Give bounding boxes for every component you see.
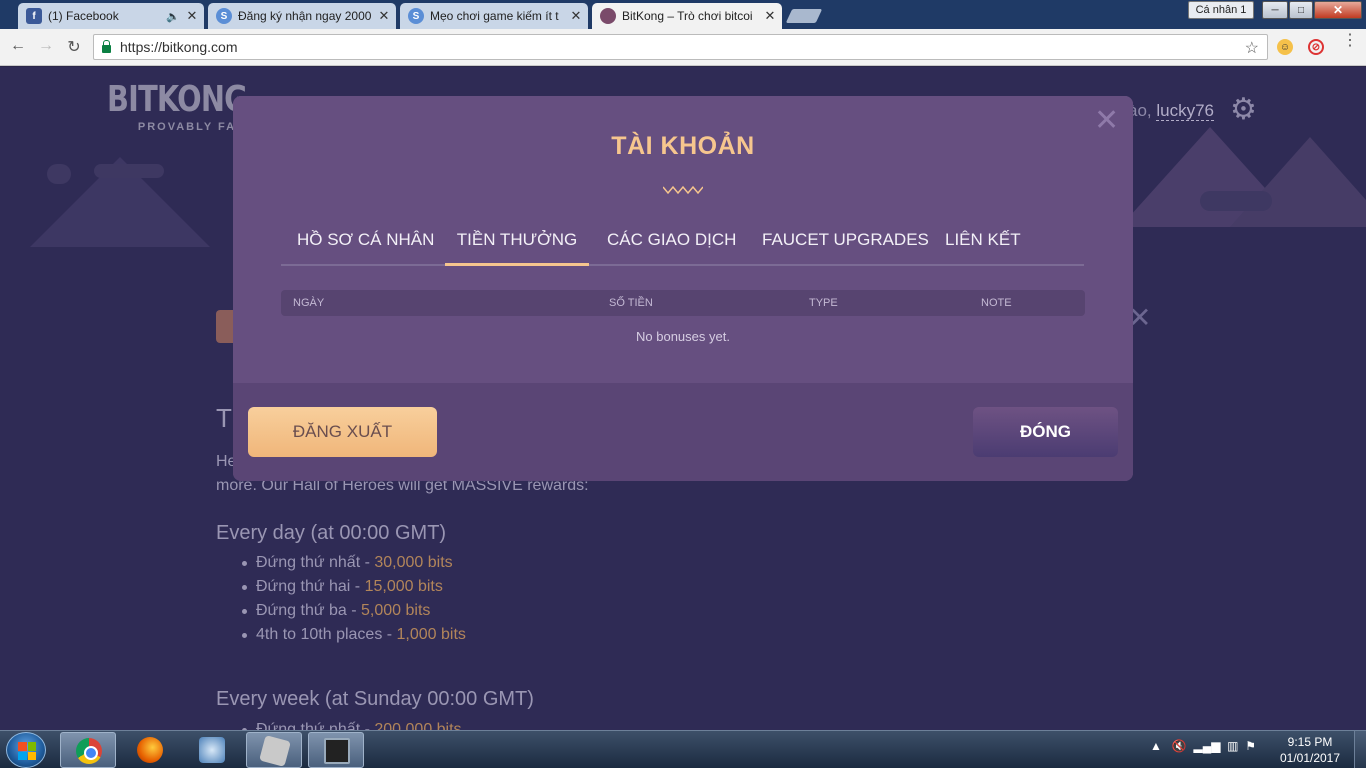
close-tab-icon[interactable]: ✕	[568, 8, 584, 24]
bonuses-table-header: NGÀY SỐ TIỀN TYPE NOTE	[281, 290, 1085, 316]
zigzag-divider-icon	[663, 185, 703, 195]
clock-time: 9:15 PM	[1287, 735, 1333, 749]
gear-icon[interactable]: ⚙	[1230, 95, 1257, 125]
site-icon: S	[408, 8, 424, 24]
list-item: Đứng thứ hai - 15,000 bits	[240, 575, 466, 599]
flag-icon[interactable]: ⚑	[1245, 739, 1256, 753]
browser-tab-strip: f (1) Facebook 🔈 ✕ S Đăng ký nhận ngay 2…	[0, 0, 1366, 29]
back-arrow-icon[interactable]: ←	[8, 37, 28, 55]
account-tabs: HỒ SƠ CÁ NHÂN TIỀN THƯỞNG CÁC GIAO DỊCH …	[281, 224, 1084, 266]
tab-bonuses[interactable]: TIỀN THƯỞNG	[445, 224, 589, 266]
network-signal-icon[interactable]: ▂▄▆	[1194, 739, 1221, 753]
browser-tab-bitkong[interactable]: BitKong – Trò chơi bitcoi ✕	[592, 3, 782, 29]
clock[interactable]: 9:15 PM 01/01/2017	[1270, 734, 1350, 766]
minimize-button[interactable]: ─	[1262, 1, 1288, 19]
cloud-decoration	[1200, 191, 1272, 211]
close-tab-icon[interactable]: ✕	[184, 8, 200, 24]
tab-title: BitKong – Trò chơi bitcoi	[622, 9, 753, 23]
device-icon[interactable]: ▥	[1227, 739, 1238, 753]
address-bar[interactable]: https://bitkong.com ☆	[93, 34, 1268, 60]
taskbar-firefox[interactable]	[122, 732, 178, 768]
list-item: Đứng thứ nhất - 200,000 bits	[240, 718, 462, 730]
weekly-rewards-list: Đứng thứ nhất - 200,000 bits	[240, 718, 462, 730]
empty-state-text: No bonuses yet.	[636, 329, 730, 344]
blocker-extension-icon[interactable]: ⊘	[1308, 39, 1324, 55]
list-item: 4th to 10th places - 1,000 bits	[240, 623, 466, 647]
windows-taskbar: ▲ 🔇 ▂▄▆ ▥ ⚑ 9:15 PM 01/01/2017	[0, 730, 1366, 768]
account-modal: ✕ TÀI KHOẢN HỒ SƠ CÁ NHÂN TIỀN THƯỞNG CÁ…	[233, 96, 1133, 481]
weekly-rewards-heading: Every week (at Sunday 00:00 GMT)	[216, 688, 534, 710]
tab-title: Mẹo chơi game kiếm ít t	[430, 9, 559, 23]
reload-icon[interactable]: ↻	[64, 37, 84, 57]
start-button[interactable]	[6, 732, 46, 768]
close-tab-icon[interactable]: ✕	[376, 8, 392, 24]
modal-title: TÀI KHOẢN	[611, 132, 755, 160]
taskbar-terminal[interactable]	[308, 732, 364, 768]
column-header-type: TYPE	[809, 297, 838, 309]
tab-links[interactable]: LIÊN KẾT	[945, 224, 1021, 266]
taskbar-chrome[interactable]	[60, 732, 116, 768]
forward-arrow-icon[interactable]: →	[36, 37, 56, 55]
chrome-icon	[76, 738, 102, 764]
browser-tab-meo-choi[interactable]: S Mẹo chơi game kiếm ít t ✕	[400, 3, 588, 29]
speaker-icon[interactable]: 🔈	[166, 10, 180, 23]
browser-tab-facebook[interactable]: f (1) Facebook 🔈 ✕	[18, 3, 204, 29]
logo-title: BITKONG	[107, 79, 248, 120]
list-item: Đứng thứ nhất - 30,000 bits	[240, 551, 466, 575]
mountain-decoration	[1230, 137, 1366, 227]
taskbar-network-app[interactable]	[184, 732, 240, 768]
new-tab-button[interactable]	[785, 9, 823, 23]
terminal-icon	[324, 738, 350, 764]
extension-icon[interactable]: ☺	[1277, 39, 1293, 55]
column-header-note: NOTE	[981, 297, 1012, 309]
show-hidden-icons-icon[interactable]: ▲	[1150, 739, 1162, 753]
username-link[interactable]: lucky76	[1156, 101, 1215, 121]
bitkong-icon	[600, 8, 616, 24]
tab-title: (1) Facebook	[48, 9, 119, 23]
tab-profile[interactable]: HỒ SƠ CÁ NHÂN	[297, 224, 434, 266]
windows-logo-icon	[18, 742, 36, 760]
user-greeting: ào, lucky76	[1128, 101, 1215, 121]
show-desktop-button[interactable]	[1354, 731, 1366, 768]
lock-icon	[102, 40, 111, 53]
facebook-icon: f	[26, 8, 42, 24]
browser-tab-dang-ky[interactable]: S Đăng ký nhận ngay 2000 ✕	[208, 3, 396, 29]
cloud-decoration	[47, 164, 71, 184]
url-text: https://bitkong.com	[120, 39, 238, 55]
system-tray: ▲ 🔇 ▂▄▆ ▥ ⚑	[1150, 739, 1256, 753]
cloud-decoration	[94, 164, 164, 178]
network-app-icon	[199, 737, 225, 763]
close-tab-icon[interactable]: ✕	[762, 8, 778, 24]
section-heading: T	[216, 403, 232, 433]
browser-toolbar: ← → ↻ https://bitkong.com ☆ ☺ ⊘ ⋮	[0, 29, 1366, 66]
clock-date: 01/01/2017	[1279, 751, 1341, 765]
list-item: Đứng thứ ba - 5,000 bits	[240, 599, 466, 623]
profile-button[interactable]: Cá nhân 1	[1188, 1, 1254, 19]
window-close-button[interactable]: ✕	[1314, 1, 1362, 19]
volume-muted-icon[interactable]: 🔇	[1172, 739, 1187, 753]
tab-transactions[interactable]: CÁC GIAO DỊCH	[607, 224, 736, 266]
chrome-menu-icon[interactable]: ⋮	[1342, 33, 1358, 49]
column-header-date: NGÀY	[293, 297, 325, 309]
bookmark-star-icon[interactable]: ☆	[1245, 38, 1259, 58]
app-icon	[259, 735, 291, 767]
tab-title: Đăng ký nhận ngay 2000	[238, 9, 372, 23]
close-button[interactable]: ĐÓNG	[973, 407, 1118, 457]
maximize-button[interactable]: □	[1289, 1, 1313, 19]
firefox-icon	[137, 737, 163, 763]
daily-rewards-heading: Every day (at 00:00 GMT)	[216, 522, 447, 544]
taskbar-app[interactable]	[246, 732, 302, 768]
daily-rewards-list: Đứng thứ nhất - 30,000 bits Đứng thứ hai…	[240, 551, 466, 647]
logout-button[interactable]: ĐĂNG XUẤT	[248, 407, 437, 457]
column-header-amount: SỐ TIỀN	[609, 297, 653, 309]
site-icon: S	[216, 8, 232, 24]
tab-faucet-upgrades[interactable]: FAUCET UPGRADES	[762, 224, 929, 266]
